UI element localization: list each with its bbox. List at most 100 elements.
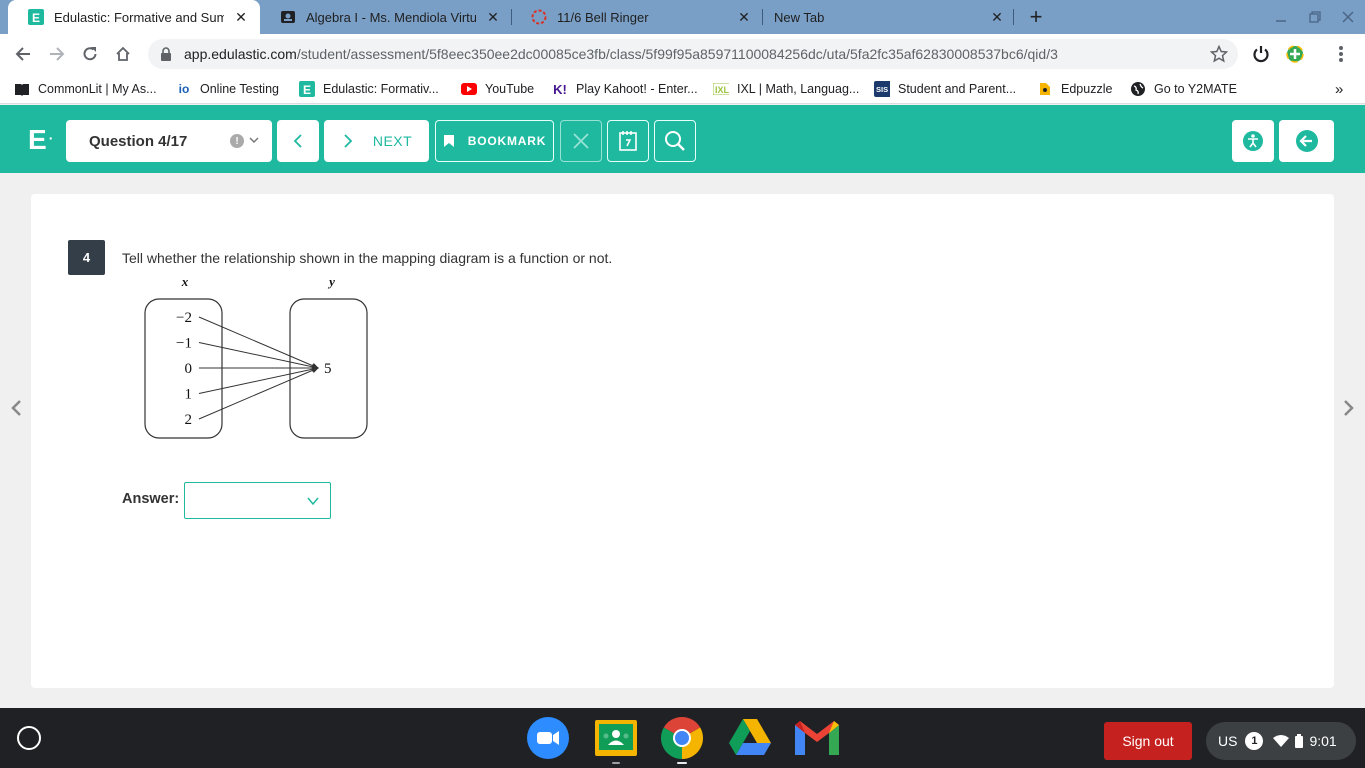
home-icon[interactable] <box>109 40 137 68</box>
url-text: app.edulastic.com/student/assessment/5f8… <box>184 46 1058 62</box>
edulastic-favicon-icon: E <box>299 81 315 97</box>
chromeos-shelf: Sign out US 1 9:01 <box>0 708 1365 768</box>
question-card: 4 Tell whether the relationship shown in… <box>31 194 1334 688</box>
mapping-diagram: x y −2 −1 0 1 2 5 <box>144 277 368 439</box>
status-tray[interactable]: US 1 9:01 <box>1206 722 1356 760</box>
browser-toolbar: app.edulastic.com/student/assessment/5f8… <box>0 34 1365 74</box>
bookmark-kahoot[interactable]: K! Play Kahoot! - Enter... <box>552 79 698 99</box>
tab-close-icon[interactable]: ✕ <box>484 8 502 26</box>
magnifier-button[interactable] <box>654 120 696 162</box>
google-classroom-icon <box>595 720 637 756</box>
bookmark-student-parent[interactable]: SIS Student and Parent... <box>874 79 1016 99</box>
google-drive-icon <box>729 719 771 755</box>
launcher-icon[interactable] <box>17 726 41 750</box>
exit-arrow-icon <box>1295 130 1318 152</box>
edulastic-logo: E · <box>28 124 54 155</box>
minimize-icon[interactable] <box>1271 8 1291 26</box>
sign-out-button[interactable]: Sign out <box>1104 722 1192 760</box>
url-path: /student/assessment/5f8eec350ee2dc00085c… <box>296 46 1058 62</box>
clock: 9:01 <box>1309 733 1337 749</box>
tab-close-icon[interactable]: ✕ <box>232 8 250 26</box>
commonlit-book-icon <box>14 81 30 97</box>
info-icon: ! <box>230 134 244 148</box>
tab-close-icon[interactable]: ✕ <box>735 8 753 26</box>
tab-title: Algebra I - Ms. Mendiola Virtual <box>306 9 476 25</box>
bookmark-label: Go to Y2MATE <box>1154 82 1237 96</box>
address-bar[interactable]: app.edulastic.com/student/assessment/5f8… <box>148 39 1238 69</box>
question-number-badge: 4 <box>68 240 105 275</box>
sis-icon: SIS <box>874 81 890 97</box>
bookmark-youtube[interactable]: YouTube <box>461 79 534 99</box>
bookmark-label: BOOKMARK <box>467 134 547 148</box>
back-arrow-icon[interactable] <box>9 40 37 68</box>
restore-icon[interactable] <box>1305 8 1325 26</box>
bookmark-online-testing[interactable]: io Online Testing <box>176 79 279 99</box>
answer-dropdown[interactable] <box>184 482 331 519</box>
chevron-down-icon <box>248 134 260 146</box>
bookmark-star-icon[interactable] <box>1210 45 1228 63</box>
accessibility-button[interactable] <box>1232 120 1274 162</box>
chevron-right-icon <box>344 134 353 148</box>
tab-edulastic[interactable]: E Edulastic: Formative and Summa ✕ <box>8 0 260 34</box>
loading-spinner-icon <box>531 9 547 25</box>
answer-eliminator-button[interactable] <box>560 120 602 162</box>
bookmark-ixl[interactable]: IXL IXL | Math, Languag... <box>713 79 859 99</box>
edulastic-favicon-icon: E <box>28 9 44 25</box>
classroom-favicon-icon <box>280 9 296 25</box>
bookmark-label: Edulastic: Formativ... <box>323 82 439 96</box>
question-stem: Tell whether the relationship shown in t… <box>122 250 613 266</box>
new-tab-plus-icon[interactable]: + <box>1024 4 1048 29</box>
ixl-icon: IXL <box>713 81 729 97</box>
scratchpad-button[interactable] <box>607 120 649 162</box>
bookmarks-overflow-button[interactable]: » <box>1335 79 1343 99</box>
exit-button[interactable] <box>1279 120 1334 162</box>
bookmark-edulastic[interactable]: E Edulastic: Formativ... <box>299 79 439 99</box>
lock-icon <box>160 47 172 61</box>
reload-icon[interactable] <box>76 40 104 68</box>
tab-separator <box>1013 9 1014 25</box>
domain-label: x <box>181 277 189 289</box>
mapping-arrow <box>198 342 319 370</box>
svg-text:IXL: IXL <box>715 85 729 95</box>
zoom-app[interactable] <box>526 717 570 759</box>
power-extension-icon[interactable] <box>1247 40 1275 68</box>
bookmark-y2mate[interactable]: Go to Y2MATE <box>1130 79 1237 99</box>
domain-value: 1 <box>185 387 193 403</box>
domain-value: −2 <box>176 310 192 326</box>
question-selector-label: Question 4/17 <box>89 132 188 150</box>
notepad-icon <box>619 131 637 151</box>
bookmark-commonlit[interactable]: CommonLit | My As... <box>14 79 157 99</box>
gmail-icon <box>795 721 839 755</box>
bookmark-edpuzzle[interactable]: Edpuzzle <box>1037 79 1112 99</box>
bookmark-button[interactable]: BOOKMARK <box>435 120 554 162</box>
next-question-button[interactable]: NEXT <box>324 120 429 162</box>
domain-value: 2 <box>185 412 193 428</box>
chrome-app[interactable] <box>660 717 704 764</box>
domain-value: −1 <box>176 336 192 352</box>
question-selector[interactable]: Question 4/17 ! <box>66 120 272 162</box>
forward-arrow-icon[interactable] <box>43 40 71 68</box>
bookmark-icon <box>443 135 454 147</box>
bookmark-label: Edpuzzle <box>1061 82 1113 96</box>
bookmark-label: Play Kahoot! - Enter... <box>576 82 698 96</box>
drive-app[interactable] <box>728 717 772 759</box>
classroom-app[interactable] <box>594 717 638 764</box>
kahoot-icon: K! <box>553 81 567 97</box>
kebab-menu-icon[interactable] <box>1327 40 1355 68</box>
edpuzzle-icon <box>1037 81 1053 97</box>
search-icon <box>665 131 685 151</box>
next-label: NEXT <box>372 133 413 149</box>
tab-title: New Tab <box>774 9 825 25</box>
green-extension-icon[interactable] <box>1281 40 1309 68</box>
gmail-app[interactable] <box>795 717 839 759</box>
tab-algebra[interactable]: Algebra I - Ms. Mendiola Virtual ✕ <box>260 0 512 34</box>
tab-new-tab[interactable]: New Tab ✕ <box>754 0 1016 34</box>
previous-arrow-icon[interactable] <box>9 398 23 418</box>
previous-question-button[interactable] <box>277 120 319 162</box>
close-x-icon <box>573 133 589 149</box>
next-arrow-icon[interactable] <box>1342 398 1356 418</box>
window-close-icon[interactable] <box>1338 8 1358 26</box>
tab-close-icon[interactable]: ✕ <box>988 8 1006 26</box>
app-active-indicator <box>677 762 687 764</box>
tab-bell-ringer[interactable]: 11/6 Bell Ringer ✕ <box>511 0 763 34</box>
